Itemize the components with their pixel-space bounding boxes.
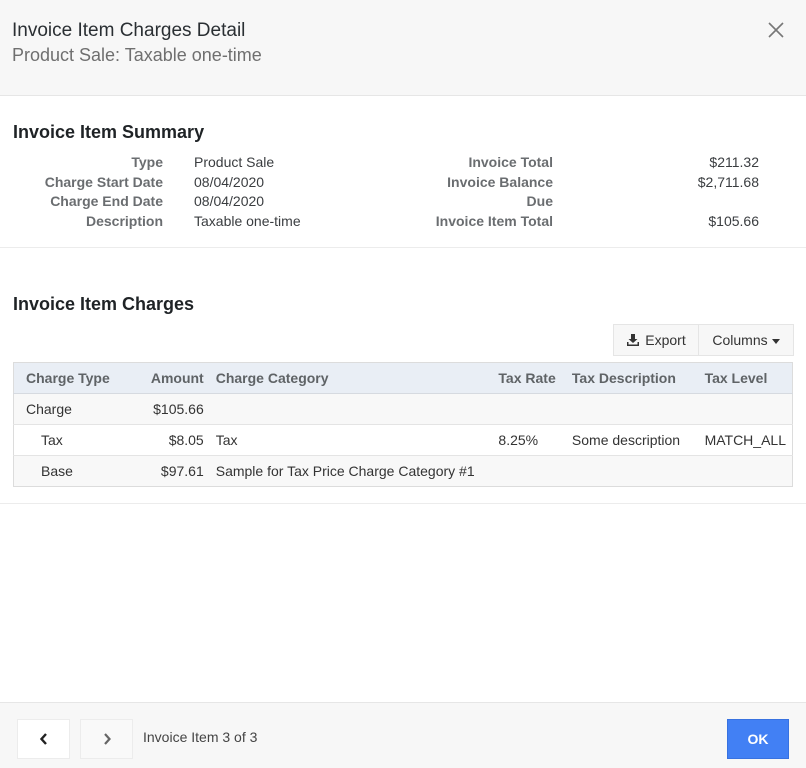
table-row: Base $97.61 Sample for Tax Price Charge … — [13, 455, 793, 487]
table-row: Tax $8.05 Tax 8.25% Some description MAT… — [13, 424, 793, 456]
charge-end-date-label: Charge End Date — [50, 193, 163, 209]
column-header-charge-category[interactable]: Charge Category — [209, 362, 493, 394]
charge-end-date-value: 08/04/2020 — [194, 193, 265, 209]
column-header-tax-level[interactable]: Tax Level — [698, 362, 793, 394]
due-label: Due — [526, 193, 553, 209]
cell-tax-description — [565, 393, 699, 425]
invoice-item-total-value: $105.66 — [708, 213, 759, 229]
column-header-tax-description[interactable]: Tax Description — [565, 362, 699, 394]
export-button[interactable]: Export — [613, 324, 699, 356]
next-item-button[interactable] — [80, 719, 133, 759]
charge-start-date-label: Charge Start Date — [44, 174, 163, 190]
column-header-tax-rate[interactable]: Tax Rate — [492, 362, 566, 394]
invoice-item-charges: Invoice Item Charges Export Columns Char… — [0, 248, 806, 504]
cell-amount: $8.05 — [138, 424, 210, 456]
dialog-footer: Invoice Item 3 of 3 OK — [0, 702, 806, 768]
invoice-item-summary: Invoice Item Summary Type Product Sale C… — [0, 96, 806, 248]
table-toolbar: Export Columns — [613, 324, 794, 356]
invoice-item-total-label: Invoice Item Total — [435, 213, 553, 229]
pager-status: Invoice Item 3 of 3 — [143, 729, 258, 745]
description-label: Description — [85, 213, 163, 229]
previous-item-button[interactable] — [17, 719, 70, 759]
dialog-header: Invoice Item Charges Detail Product Sale… — [0, 0, 806, 96]
cell-charge-type: Charge — [13, 393, 139, 425]
invoice-balance-value: $2,711.68 — [697, 174, 759, 190]
columns-dropdown[interactable]: Columns — [699, 324, 794, 356]
cell-tax-level — [698, 393, 793, 425]
cell-charge-category: Tax — [209, 424, 493, 456]
cell-tax-rate: 8.25% — [492, 424, 566, 456]
caret-down-icon — [771, 338, 780, 344]
charge-start-date-value: 08/04/2020 — [194, 174, 265, 190]
cell-amount: $97.61 — [138, 455, 210, 487]
export-label: Export — [645, 332, 686, 348]
chevron-right-icon — [103, 733, 111, 745]
cell-tax-level — [698, 455, 793, 487]
cell-tax-description: Some description — [565, 424, 699, 456]
charges-title: Invoice Item Charges — [13, 294, 195, 314]
invoice-balance-label: Invoice Balance — [447, 174, 553, 190]
type-value: Product Sale — [194, 154, 275, 170]
cell-amount: $105.66 — [138, 393, 210, 425]
cell-charge-type: Tax — [13, 424, 139, 456]
cell-charge-category — [209, 393, 493, 425]
invoice-total-label: Invoice Total — [468, 154, 553, 170]
charges-table: Charge Type Amount Charge Category Tax R… — [13, 362, 793, 487]
dialog-title: Invoice Item Charges Detail — [12, 20, 246, 41]
description-value: Taxable one-time — [194, 213, 301, 229]
table-header-row: Charge Type Amount Charge Category Tax R… — [13, 362, 793, 394]
cell-tax-rate — [492, 393, 566, 425]
cell-tax-description — [565, 455, 699, 487]
type-label: Type — [131, 154, 163, 170]
table-row: Charge $105.66 — [13, 393, 793, 425]
cell-tax-rate — [492, 455, 566, 487]
cell-charge-category: Sample for Tax Price Charge Category #1 — [209, 455, 493, 487]
columns-label: Columns — [712, 332, 768, 348]
dialog-subtitle: Product Sale: Taxable one-time — [12, 45, 262, 65]
column-header-amount[interactable]: Amount — [138, 362, 210, 394]
download-icon — [627, 334, 640, 346]
cell-charge-type: Base — [13, 455, 139, 487]
invoice-total-value: $211.32 — [709, 154, 759, 170]
column-header-charge-type[interactable]: Charge Type — [13, 362, 139, 394]
close-icon — [768, 22, 784, 38]
ok-button[interactable]: OK — [727, 719, 789, 759]
chevron-left-icon — [39, 733, 47, 745]
summary-title: Invoice Item Summary — [13, 122, 205, 142]
cell-tax-level: MATCH_ALL — [698, 424, 793, 456]
close-button[interactable] — [766, 20, 788, 42]
